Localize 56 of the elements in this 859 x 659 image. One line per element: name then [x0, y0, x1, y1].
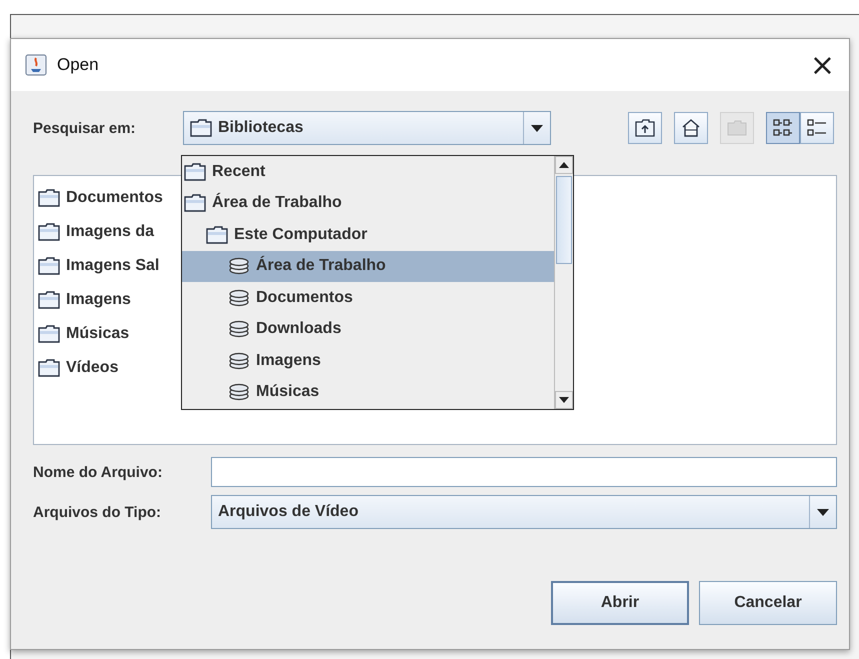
- cancel-button[interactable]: Cancelar: [699, 581, 837, 625]
- file-item[interactable]: Vídeos: [66, 359, 118, 377]
- scroll-up-icon[interactable]: [559, 162, 569, 168]
- details-view-icon: [807, 119, 827, 137]
- dropdown-value: Arquivos de Vídeo: [218, 503, 358, 521]
- list-view-icon: [773, 119, 793, 137]
- app-icon: [25, 54, 47, 76]
- dropdown-item[interactable]: Downloads: [182, 314, 554, 345]
- folder-icon: [38, 223, 60, 241]
- dropdown-item[interactable]: Documentos: [182, 282, 554, 314]
- file-item[interactable]: Músicas: [66, 325, 130, 343]
- look-in-label: Pesquisar em:: [33, 120, 137, 136]
- file-type-dropdown[interactable]: Arquivos de Vídeo: [211, 495, 837, 529]
- dropdown-item[interactable]: Músicas: [182, 376, 554, 408]
- home-icon: [681, 118, 701, 138]
- folder-icon: [38, 325, 60, 343]
- drive-icon: [228, 257, 250, 276]
- file-type-label: Arquivos do Tipo:: [33, 504, 162, 520]
- drive-icon: [228, 352, 250, 370]
- folder-icon: [38, 189, 60, 207]
- folder-icon: [38, 257, 60, 275]
- window-title: Open: [57, 55, 100, 75]
- folder-icon: [727, 120, 747, 136]
- open-button[interactable]: Abrir: [551, 581, 689, 625]
- folder-icon: [38, 359, 60, 377]
- details-view-button[interactable]: [800, 112, 834, 144]
- file-name-field[interactable]: [211, 457, 837, 487]
- scrollbar[interactable]: [554, 156, 573, 409]
- home-button[interactable]: [674, 112, 708, 144]
- file-item[interactable]: Imagens da: [66, 223, 154, 241]
- file-item[interactable]: Documentos: [66, 189, 163, 207]
- look-in-dropdown[interactable]: Bibliotecas: [183, 111, 551, 145]
- scroll-down-icon[interactable]: [559, 397, 569, 403]
- file-name-label: Nome do Arquivo:: [33, 464, 164, 480]
- folder-icon: [206, 226, 228, 244]
- dropdown-item[interactable]: Área de Trabalho: [182, 188, 554, 219]
- folder-icon: [38, 291, 60, 309]
- dropdown-arrow-icon: [531, 124, 543, 132]
- dropdown-arrow-icon: [817, 508, 829, 516]
- file-item[interactable]: Imagens Sal: [66, 257, 160, 275]
- dropdown-item[interactable]: Recent: [182, 156, 554, 188]
- folder-icon: [184, 194, 206, 212]
- list-view-button[interactable]: [766, 112, 800, 144]
- folder-icon: [190, 119, 212, 137]
- dropdown-item[interactable]: Este Computador: [182, 219, 554, 250]
- drive-icon: [228, 320, 250, 338]
- file-item[interactable]: Imagens: [66, 291, 131, 309]
- close-button[interactable]: ×: [806, 48, 839, 82]
- dropdown-item[interactable]: Imagens: [182, 345, 554, 376]
- dropdown-value: Bibliotecas: [218, 119, 304, 137]
- dropdown-item[interactable]: Área de Trabalho: [182, 250, 554, 282]
- drive-icon: [228, 288, 250, 307]
- up-folder-icon: [635, 119, 655, 137]
- drive-icon: [228, 383, 250, 402]
- folder-icon: [184, 162, 206, 181]
- up-folder-button[interactable]: [628, 112, 662, 144]
